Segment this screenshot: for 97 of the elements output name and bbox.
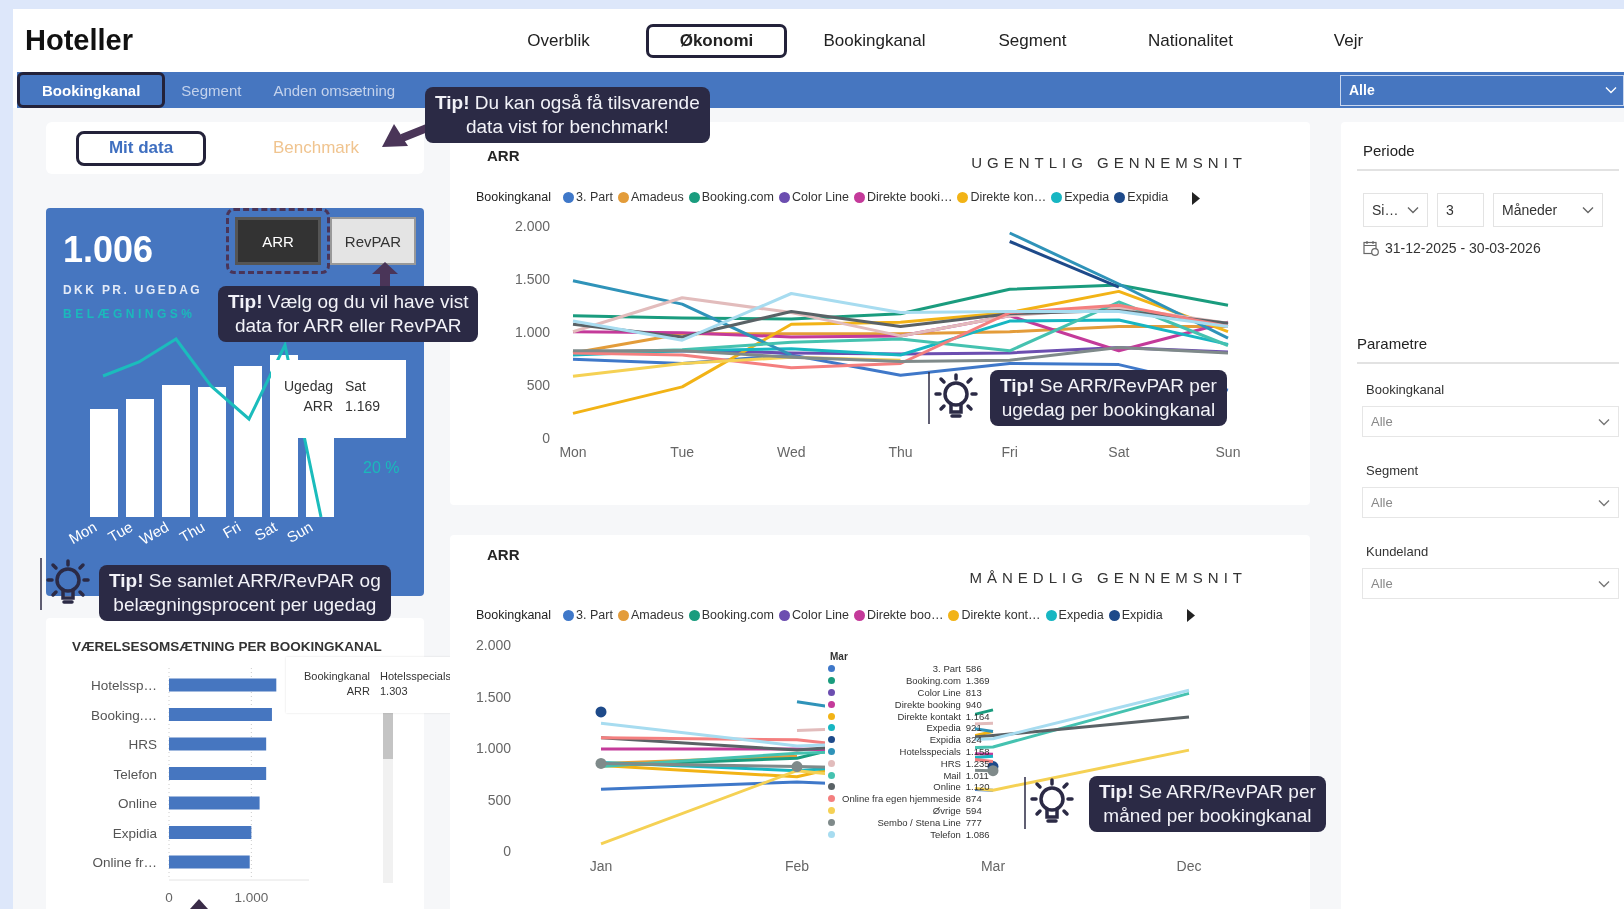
measure-label: ARR xyxy=(487,547,520,563)
axis-label: Mar xyxy=(980,858,1006,874)
category-label: HRS xyxy=(128,737,157,752)
tooltip-label: Direkte kontakt xyxy=(896,710,961,722)
chart-title: VÆRELSESOMSÆTNING PER BOOKINGKANAL xyxy=(71,638,382,656)
category-label: Expidia xyxy=(112,825,157,841)
tooltip-label: ARR xyxy=(345,685,370,697)
axis-label: Jan xyxy=(589,858,613,874)
tooltip-label: Color Line xyxy=(916,687,961,698)
axis-label: 1.000 xyxy=(514,323,550,340)
tip-callout: Tip! Se samlet ARR/RevPAR og belægningsprocent per ugedag xyxy=(99,565,391,621)
tooltip-value: 586 xyxy=(965,663,983,675)
tooltip-value: 594 xyxy=(965,804,983,816)
tooltip-label: Bookingkanal xyxy=(302,670,370,682)
tip-callout: Tip! Se ARR/RevPAR per måned per bookingkanal xyxy=(1089,776,1326,832)
axis-label: Wed xyxy=(777,444,806,460)
axis-label: 1.000 xyxy=(234,890,269,905)
axis-label: 0 xyxy=(165,890,173,905)
axis-label: 500 xyxy=(526,376,550,393)
tooltip-value: 1.164 xyxy=(965,710,991,722)
section-title: Parametre xyxy=(1357,335,1428,353)
axis-label: Dec xyxy=(1176,858,1202,874)
tooltip-value: 1.011 xyxy=(965,769,990,781)
tooltip-label: Direkte booking xyxy=(893,698,961,710)
filter-label: Bookingkanal xyxy=(1366,382,1445,398)
axis-label: 1.500 xyxy=(475,688,511,705)
axis-label: Feb xyxy=(784,858,810,874)
axis-label: Sun xyxy=(1215,444,1241,460)
tooltip-label: Sembo / Stena Line xyxy=(876,816,961,828)
chart-title: MÅNEDLIG GENNEMSNIT xyxy=(969,570,1247,586)
tooltip-value: 1.303 xyxy=(380,685,409,697)
kpi-unit: DKK PR. UGEDAG xyxy=(63,282,202,298)
category-label: Booking.… xyxy=(90,707,157,723)
tooltip-label: 3. Part xyxy=(931,663,961,675)
axis-label: Tue xyxy=(670,444,694,460)
tip-callout: Tip! Se ARR/RevPAR per ugedag per bookingkanal xyxy=(990,370,1227,426)
day-label: Sun xyxy=(283,517,316,546)
filter-label: Segment xyxy=(1366,463,1419,479)
legend-title: Bookingkanal xyxy=(476,190,552,204)
tooltip-value: 1.369 xyxy=(965,675,991,687)
tooltip-value: Hotelsspecials xyxy=(380,670,452,682)
category-label: Online xyxy=(117,796,157,811)
tooltip-value: Sat xyxy=(345,378,367,394)
occupancy-heading: BELÆGNINGS% xyxy=(63,306,196,322)
tooltip-value: 1.169 xyxy=(345,398,382,414)
tooltip-label: Expidia xyxy=(928,734,961,746)
tooltip-value: 824 xyxy=(965,734,983,746)
kpi-value: 1.006 xyxy=(63,230,154,270)
section-title: Periode xyxy=(1363,142,1415,160)
day-label: Sat xyxy=(251,517,280,544)
tip-callout: Tip! Du kan også få tilsvarende data vist for benchmark! xyxy=(425,87,710,143)
axis-label: Thu xyxy=(888,444,913,460)
tooltip-value: 777 xyxy=(965,816,983,828)
chart-title: UGENTLIG GENNEMSNIT xyxy=(971,155,1247,171)
axis-label: 0 xyxy=(503,843,511,859)
tooltip-value: 874 xyxy=(965,793,983,805)
tooltip-label: Hotelsspecials xyxy=(898,745,961,757)
day-label: Thu xyxy=(176,517,208,546)
tooltip-label: Expedia xyxy=(925,722,961,734)
day-label: Wed xyxy=(136,517,172,548)
tooltip-label: HRS xyxy=(939,757,961,769)
axis-label: Sat xyxy=(1108,444,1130,460)
measure-label: ARR xyxy=(487,148,520,164)
filter-label: Kundeland xyxy=(1366,544,1429,560)
dashboard-title: Hoteller xyxy=(25,24,134,57)
axis-label: 2.000 xyxy=(475,637,511,653)
day-label: Fri xyxy=(219,517,244,542)
tooltip-label: Online xyxy=(932,781,961,793)
tooltip-label: ARR xyxy=(302,398,333,414)
legend-title: Bookingkanal xyxy=(476,608,552,622)
tooltip-label: Online fra egen hjemmeside xyxy=(842,793,961,805)
date-range: 31-12-2025 - 30-03-2026 xyxy=(1385,240,1541,256)
axis-label: 2.000 xyxy=(514,217,550,234)
category-label: Hotelssp… xyxy=(90,678,157,693)
tooltip-value: 1.086 xyxy=(965,828,991,840)
tooltip-value: 1.235 xyxy=(965,757,991,769)
axis-label: 1.000 xyxy=(475,740,511,756)
category-label: Online fr… xyxy=(92,855,157,870)
tooltip-value: 921 xyxy=(965,722,983,734)
axis-label: Fri xyxy=(1001,444,1018,460)
axis-label: 500 xyxy=(487,791,511,808)
tip-callout: Tip! Vælg og du vil have vist data for ARR eller RevPAR xyxy=(218,286,479,342)
axis-label: 1.500 xyxy=(514,270,550,287)
day-label: Mon xyxy=(65,517,100,548)
tooltip-label: Ugedag xyxy=(282,378,333,394)
tooltip-label: Mail xyxy=(942,769,961,781)
tooltip-title: Mar xyxy=(829,650,849,663)
tooltip-value: 813 xyxy=(965,687,983,698)
tooltip-value: 940 xyxy=(965,698,983,710)
tooltip-label: Booking.com xyxy=(904,675,961,687)
occupancy-label: 20 % xyxy=(363,459,400,476)
day-label: Tue xyxy=(105,517,136,546)
axis-label: Mon xyxy=(559,444,587,460)
tooltip-label: Øvrige xyxy=(931,804,961,816)
axis-label: 0 xyxy=(542,429,550,446)
tooltip-label: Telefon xyxy=(929,828,961,840)
category-label: Telefon xyxy=(113,766,157,782)
